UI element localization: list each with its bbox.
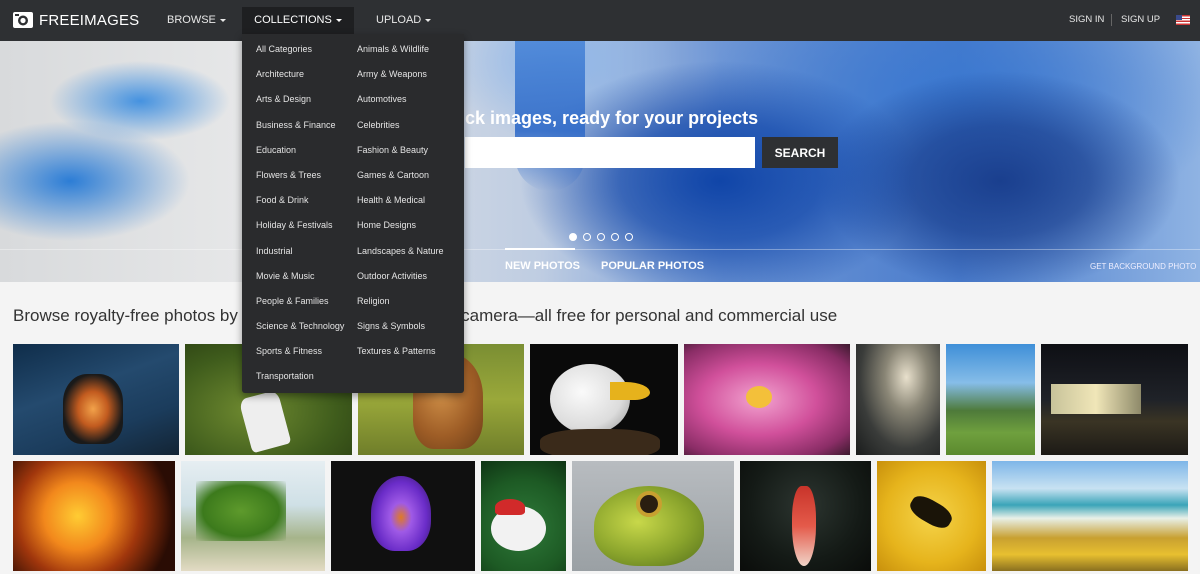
collection-item[interactable]: People & Families — [256, 295, 344, 320]
collection-item[interactable]: Flowers & Trees — [256, 169, 344, 194]
collection-item[interactable]: Landscapes & Nature — [357, 245, 444, 270]
photo-purple-crocus[interactable] — [331, 461, 475, 571]
photo-black-swan[interactable] — [740, 461, 871, 571]
collections-column-right: Animals & Wildlife Army & Weapons Automo… — [357, 43, 444, 370]
collection-item[interactable]: Celebrities — [357, 119, 444, 144]
caret-down-icon — [425, 18, 432, 22]
photo-night-station[interactable] — [1041, 344, 1188, 455]
get-background-photo-link[interactable]: GET BACKGROUND PHOTO — [1090, 262, 1196, 271]
nav-upload-label: UPLOAD — [376, 14, 422, 26]
photo-stormy-sky[interactable] — [856, 344, 940, 455]
nav-browse[interactable]: BROWSE — [167, 7, 226, 33]
photo-pink-lotus[interactable] — [684, 344, 850, 455]
collection-item[interactable]: Religion — [357, 295, 444, 320]
sign-up-link[interactable]: SIGN UP — [1121, 14, 1160, 25]
slide-indicators — [569, 233, 633, 241]
caret-down-icon — [219, 18, 226, 22]
tagline-right: camera—all free for personal and commerc… — [461, 306, 838, 325]
camera-logo-icon — [13, 12, 33, 28]
collection-item[interactable]: Automotives — [357, 93, 444, 118]
collection-item[interactable]: Food & Drink — [256, 194, 344, 219]
photo-butterfly-dress[interactable] — [13, 344, 179, 455]
collection-item[interactable]: Business & Finance — [256, 119, 344, 144]
photo-santa-rabbit[interactable] — [481, 461, 566, 571]
collection-item[interactable]: Home Designs — [357, 219, 444, 244]
collection-item[interactable]: All Categories — [256, 43, 344, 68]
collection-item[interactable]: Army & Weapons — [357, 68, 444, 93]
slide-dot[interactable] — [597, 233, 605, 241]
collection-item[interactable]: Holiday & Festivals — [256, 219, 344, 244]
top-navigation-bar: FREEIMAGES BROWSE COLLECTIONS UPLOAD SIG… — [0, 0, 1200, 41]
search-input[interactable] — [465, 137, 755, 168]
collection-item[interactable]: Movie & Music — [256, 270, 344, 295]
caret-down-icon — [335, 18, 342, 22]
collection-item[interactable]: Animals & Wildlife — [357, 43, 444, 68]
collection-item[interactable]: Textures & Patterns — [357, 345, 444, 370]
slide-dot[interactable] — [569, 233, 577, 241]
photo-jack-o-lantern[interactable] — [13, 461, 175, 571]
tab-popular-photos[interactable]: POPULAR PHOTOS — [601, 260, 704, 272]
collection-item[interactable]: Sports & Fitness — [256, 345, 344, 370]
tagline-left: Browse royalty-free photos by s — [13, 306, 252, 325]
nav-collections-label: COLLECTIONS — [254, 14, 332, 26]
photo-wasp[interactable] — [877, 461, 986, 571]
logo-text: FREEIMAGES — [39, 11, 140, 29]
photo-bald-eagle[interactable] — [530, 344, 678, 455]
collections-dropdown-menu: All Categories Architecture Arts & Desig… — [242, 34, 464, 393]
site-logo[interactable]: FREEIMAGES — [12, 8, 139, 32]
collection-item[interactable]: Industrial — [256, 245, 344, 270]
hero-heading: ck images, ready for your projects — [465, 108, 759, 128]
photo-green-leaves[interactable] — [181, 461, 325, 571]
collection-item[interactable]: Transportation — [256, 370, 344, 395]
collection-item[interactable]: Education — [256, 144, 344, 169]
search-button[interactable]: SEARCH — [762, 137, 838, 168]
photo-frog[interactable] — [572, 461, 734, 571]
collection-item[interactable]: Games & Cartoon — [357, 169, 444, 194]
collection-item[interactable]: Health & Medical — [357, 194, 444, 219]
photo-mountain-valley[interactable] — [946, 344, 1035, 455]
collection-item[interactable]: Signs & Symbols — [357, 320, 444, 345]
collection-item[interactable]: Architecture — [256, 68, 344, 93]
sign-in-link[interactable]: SIGN IN — [1069, 14, 1104, 25]
nav-divider — [1111, 14, 1112, 26]
slide-dot[interactable] — [611, 233, 619, 241]
collection-item[interactable]: Outdoor Activities — [357, 270, 444, 295]
active-tab-indicator — [505, 248, 575, 250]
slide-dot[interactable] — [625, 233, 633, 241]
collections-column-left: All Categories Architecture Arts & Desig… — [256, 43, 344, 396]
collection-item[interactable]: Science & Technology — [256, 320, 344, 345]
collection-item[interactable]: Fashion & Beauty — [357, 144, 444, 169]
us-flag-icon[interactable] — [1176, 15, 1190, 25]
nav-upload[interactable]: UPLOAD — [376, 7, 432, 33]
tabs-divider — [0, 249, 1200, 250]
slide-dot[interactable] — [583, 233, 591, 241]
photo-beach-flowers[interactable] — [992, 461, 1188, 571]
collection-item[interactable]: Arts & Design — [256, 93, 344, 118]
hero-banner: ck images, ready for your projects SEARC… — [0, 41, 1200, 282]
nav-collections[interactable]: COLLECTIONS — [242, 7, 354, 34]
tab-new-photos[interactable]: NEW PHOTOS — [505, 260, 580, 272]
nav-browse-label: BROWSE — [167, 14, 216, 26]
